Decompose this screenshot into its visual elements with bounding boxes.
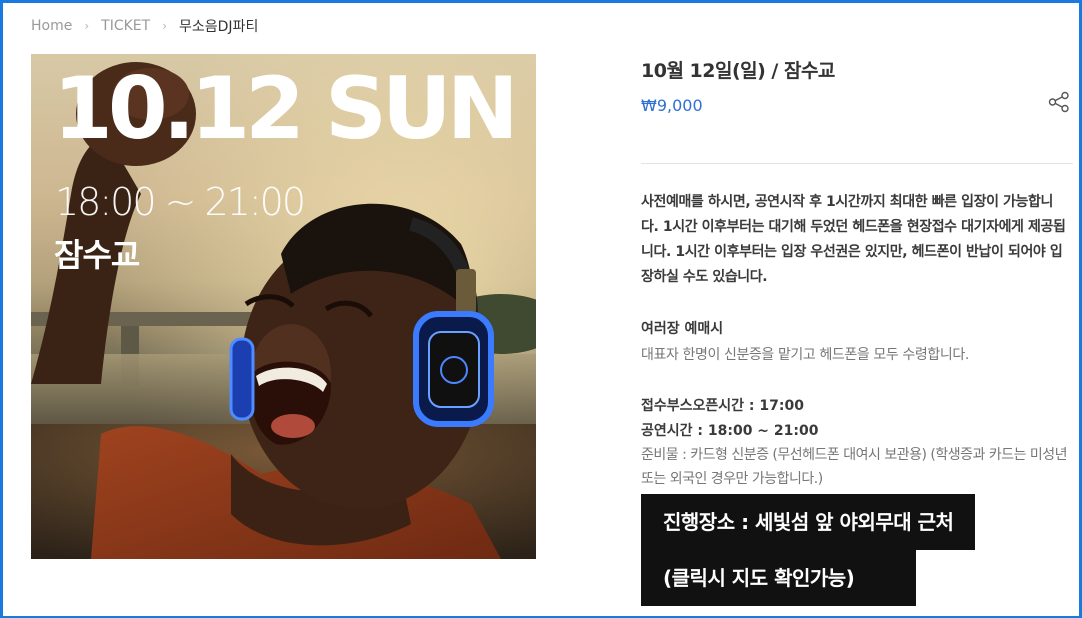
product-description: 사전예매를 하시면, 공연시작 후 1시간까지 최대한 빠른 입장이 가능합니다… — [641, 194, 1066, 285]
poster-date: 10.12 SUN — [53, 59, 519, 159]
venue-location-label[interactable]: 진행장소 : 세빛섬 앞 야외무대 근처 — [641, 494, 976, 550]
breadcrumb-current: 무소음DJ파티 — [179, 19, 259, 35]
preparation-info: 준비물 : 카드형 신분증 (무선헤드폰 대여시 보관용) (학생증과 카드는 … — [641, 447, 1068, 487]
product-price: ₩9,000 — [641, 96, 703, 115]
breadcrumb: Home › TICKET › 무소음DJ파티 — [31, 16, 258, 36]
chevron-right-icon: › — [162, 19, 168, 33]
poster-place: 잠수교 — [54, 236, 140, 274]
event-poster-image: 10.12 SUN 18:00 ~ 21:00 잠수교 — [31, 54, 536, 559]
breadcrumb-ticket[interactable]: TICKET — [101, 18, 150, 34]
breadcrumb-home[interactable]: Home — [31, 18, 72, 34]
group-booking-title: 여러장 예매시 — [641, 321, 724, 337]
product-info: 10월 12일(일) / 잠수교 ₩9,000 사전예매를 하시면, 공연시작 … — [641, 56, 1073, 606]
poster-time: 18:00 ~ 21:00 — [55, 180, 306, 224]
share-icon[interactable] — [1048, 91, 1070, 113]
venue-map-link[interactable]: 진행장소 : 세빛섬 앞 야외무대 근처 (클릭시 지도 확인가능) — [641, 494, 976, 606]
divider — [641, 163, 1073, 164]
chevron-right-icon: › — [84, 19, 90, 33]
group-booking-text: 대표자 한명이 신분증을 맡기고 헤드폰을 모두 수령합니다. — [641, 347, 969, 363]
product-title: 10월 12일(일) / 잠수교 — [641, 60, 835, 82]
show-time: 공연시간 : 18:00 ~ 21:00 — [641, 423, 819, 439]
booth-open-time: 접수부스오픈시간 : 17:00 — [641, 398, 804, 414]
venue-map-hint[interactable]: (클릭시 지도 확인가능) — [641, 550, 916, 606]
